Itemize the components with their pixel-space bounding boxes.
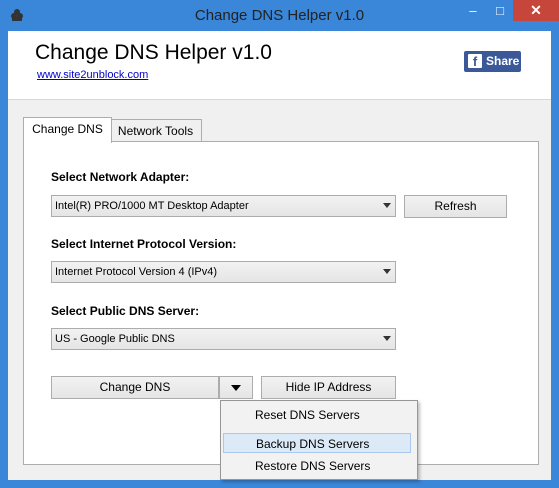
adapter-value: Intel(R) PRO/1000 MT Desktop Adapter [55,200,249,212]
title-bar[interactable]: Change DNS Helper v1.0 – □ ✕ [0,0,559,31]
dns-label: Select Public DNS Server: [51,304,200,318]
app-heading: Change DNS Helper v1.0 [35,41,272,64]
app-window: Change DNS Helper v1.0 – □ ✕ Change DNS … [0,0,559,488]
refresh-button[interactable]: Refresh [404,195,507,218]
menu-item-reset-dns[interactable]: Reset DNS Servers [223,405,411,425]
dns-value: US - Google Public DNS [55,333,175,345]
dropdown-arrow-icon [383,336,391,341]
protocol-label: Select Internet Protocol Version: [51,237,237,251]
facebook-icon: f [468,54,482,69]
protocol-value: Internet Protocol Version 4 (IPv4) [55,266,218,278]
tab-network-tools[interactable]: Network Tools [109,119,202,142]
header-panel: Change DNS Helper v1.0 www.site2unblock.… [8,31,551,100]
adapter-label: Select Network Adapter: [51,170,190,184]
adapter-select[interactable]: Intel(R) PRO/1000 MT Desktop Adapter [51,195,396,217]
change-dns-button[interactable]: Change DNS [51,376,219,399]
menu-item-restore-dns[interactable]: Restore DNS Servers [223,456,411,476]
protocol-select[interactable]: Internet Protocol Version 4 (IPv4) [51,261,396,283]
dropdown-arrow-icon [383,203,391,208]
close-button[interactable]: ✕ [513,0,559,21]
website-link[interactable]: www.site2unblock.com [37,69,148,81]
hide-ip-button[interactable]: Hide IP Address [261,376,396,399]
dropdown-arrow-icon [231,385,241,391]
dns-options-menu: Reset DNS Servers Backup DNS Servers Res… [220,400,418,480]
dropdown-arrow-icon [383,269,391,274]
change-dns-split-dropdown[interactable] [219,376,253,399]
tab-change-dns[interactable]: Change DNS [23,117,112,143]
share-label: Share [486,54,520,68]
facebook-share-button[interactable]: f Share [464,51,521,72]
dns-select[interactable]: US - Google Public DNS [51,328,396,350]
maximize-button[interactable]: □ [487,0,513,21]
minimize-button[interactable]: – [459,0,487,21]
menu-item-backup-dns[interactable]: Backup DNS Servers [223,433,411,453]
